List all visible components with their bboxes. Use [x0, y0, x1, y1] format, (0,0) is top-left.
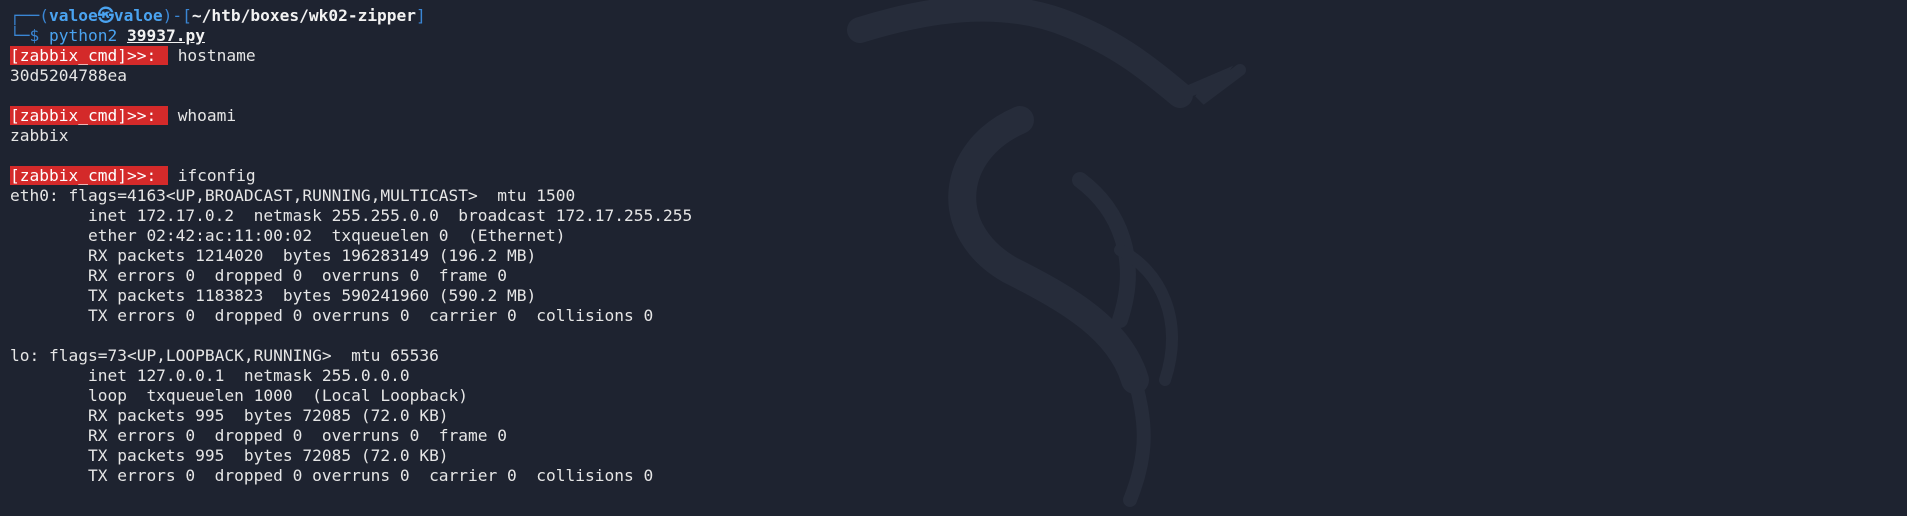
output-line: RX errors 0 dropped 0 overruns 0 frame 0	[10, 426, 508, 445]
zabbix-command-line: [zabbix_cmd]>>: ifconfig	[10, 166, 1907, 186]
command-argument: 39937.py	[126, 26, 205, 45]
output-line: RX packets 995 bytes 72085 (72.0 KB)	[10, 406, 449, 425]
output-line: TX packets 1183823 bytes 590241960 (590.…	[10, 286, 537, 305]
zabbix-prompt: [zabbix_cmd]>>:	[10, 166, 168, 185]
output-line: zabbix	[10, 126, 69, 145]
output-line: TX packets 995 bytes 72085 (72.0 KB)	[10, 446, 449, 465]
output-line: RX errors 0 dropped 0 overruns 0 frame 0	[10, 266, 508, 285]
prompt-host: valoe	[113, 6, 163, 25]
zabbix-command-text: hostname	[177, 46, 256, 65]
prompt-header-line: ┌──(valoe㉿valoe)-[~/htb/boxes/wk02-zippe…	[10, 6, 1907, 26]
terminal-window[interactable]: ┌──(valoe㉿valoe)-[~/htb/boxes/wk02-zippe…	[0, 0, 1907, 516]
prompt-frame-bottom: └─$	[10, 26, 49, 45]
zabbix-command-line: [zabbix_cmd]>>: whoami	[10, 106, 1907, 126]
output-line: TX errors 0 dropped 0 overruns 0 carrier…	[10, 306, 654, 325]
command-line: └─$ python2 39937.py	[10, 26, 1907, 46]
zabbix-command-text: ifconfig	[177, 166, 256, 185]
skull-icon: ㉿	[97, 6, 114, 25]
prompt-frame-close: ]	[416, 6, 426, 25]
prompt-frame-top: ┌──(	[10, 6, 49, 25]
prompt-frame-mid: )-[	[162, 6, 192, 25]
zabbix-prompt: [zabbix_cmd]>>:	[10, 106, 168, 125]
command-program: python2	[48, 26, 118, 45]
zabbix-command-text: whoami	[177, 106, 237, 125]
zabbix-prompt: [zabbix_cmd]>>:	[10, 46, 168, 65]
output-line: RX packets 1214020 bytes 196283149 (196.…	[10, 246, 537, 265]
output-line: inet 172.17.0.2 netmask 255.255.0.0 broa…	[10, 206, 693, 225]
output-line: inet 127.0.0.1 netmask 255.0.0.0	[10, 366, 410, 385]
output-line: 30d5204788ea	[10, 66, 127, 85]
output-line: TX errors 0 dropped 0 overruns 0 carrier…	[10, 466, 654, 485]
output-line: loop txqueuelen 1000 (Local Loopback)	[10, 386, 469, 405]
zabbix-command-line: [zabbix_cmd]>>: hostname	[10, 46, 1907, 66]
output-line: eth0: flags=4163<UP,BROADCAST,RUNNING,MU…	[10, 186, 576, 205]
prompt-path: ~/htb/boxes/wk02-zipper	[191, 6, 417, 25]
prompt-user: valoe	[48, 6, 98, 25]
output-line: ether 02:42:ac:11:00:02 txqueuelen 0 (Et…	[10, 226, 566, 245]
output-line: lo: flags=73<UP,LOOPBACK,RUNNING> mtu 65…	[10, 346, 439, 365]
